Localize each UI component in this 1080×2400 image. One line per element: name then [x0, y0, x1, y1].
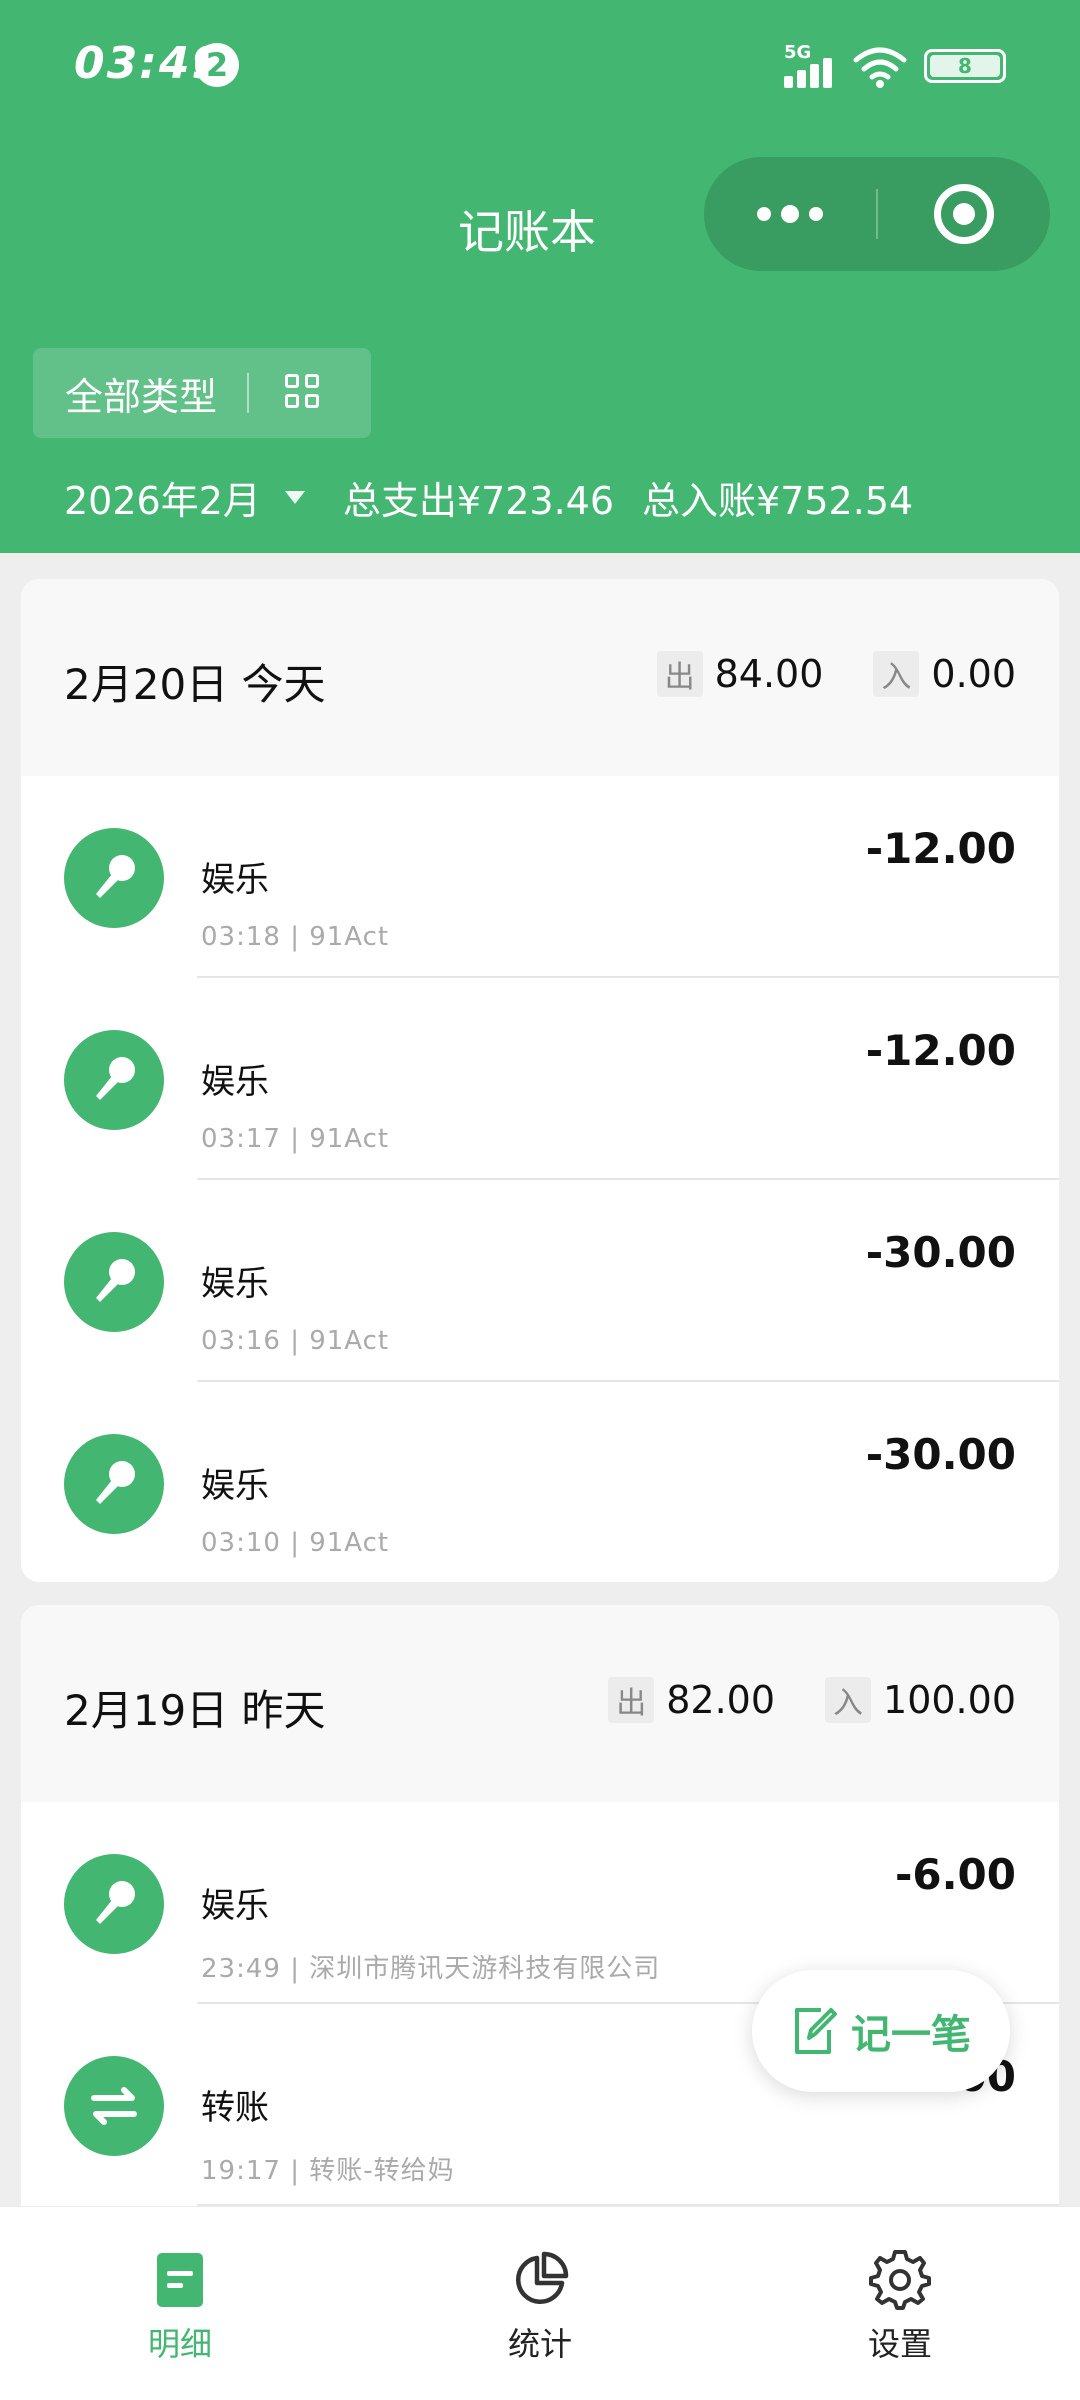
entry-amount: -12.00 [865, 824, 1016, 873]
battery-icon: 8 [924, 49, 1006, 83]
tab-statistics[interactable]: 统计 [440, 2245, 640, 2365]
tab-label: 统计 [507, 2325, 572, 2363]
month-summary-row: 2026年2月 总支出¥723.46 总入账¥752.54 [64, 470, 913, 525]
microphone-icon [64, 1434, 164, 1534]
entry-amount: -30.00 [865, 1228, 1016, 1277]
list-item[interactable]: 娱乐 03:16 | 91Act -30.00 [21, 1180, 1059, 1382]
type-filter-label: 全部类型 [65, 374, 218, 419]
more-dots-icon [757, 207, 771, 221]
bottom-tab-bar: 明细 统计 设置 [0, 2206, 1080, 2400]
cell-signal-icon: 5G [784, 40, 836, 92]
total-expense: 总支出¥723.46 [342, 479, 615, 523]
in-tag: 入 [825, 1677, 872, 1723]
day-sums: 出 82.00 入 100.00 [608, 1677, 1016, 1723]
notification-badge: 2 [195, 43, 239, 87]
day-header: 2月20日 今天 出 84.00 入 0.00 [21, 579, 1059, 776]
transfer-arrows-icon [64, 2056, 164, 2156]
total-income: 总入账¥752.54 [642, 479, 914, 523]
list-item[interactable]: 娱乐 03:17 | 91Act -12.00 [21, 978, 1059, 1180]
wifi-icon [853, 47, 907, 88]
list-item[interactable]: 娱乐 03:10 | 91Act -30.00 [21, 1382, 1059, 1582]
day-in-total: 100.00 [883, 1678, 1016, 1722]
entry-amount: -12.00 [865, 1026, 1016, 1075]
day-in-total: 0.00 [931, 652, 1016, 696]
entry-category: 娱乐 [201, 1466, 269, 1506]
tab-detail[interactable]: 明细 [80, 2245, 280, 2365]
app-header: 03:49 2 5G 8 记账本 全部类型 2026年2月 总支出¥723.46… [0, 0, 1080, 553]
entry-category: 转账 [201, 2088, 269, 2128]
more-options-button[interactable] [704, 157, 876, 271]
tab-settings[interactable]: 设置 [800, 2245, 1000, 2365]
status-bar: 03:49 2 5G 8 [0, 0, 1080, 130]
microphone-icon [64, 1030, 164, 1130]
list-item[interactable]: 娱乐 03:18 | 91Act -12.00 [21, 776, 1059, 978]
entry-meta: 03:17 | 91Act [201, 1124, 390, 1154]
out-tag: 出 [656, 651, 703, 697]
entry-meta: 03:16 | 91Act [201, 1326, 390, 1356]
gear-icon [869, 2250, 931, 2310]
grid-icon [285, 374, 323, 412]
type-filter-button[interactable]: 全部类型 [33, 348, 371, 438]
month-selector[interactable]: 2026年2月 [64, 470, 261, 525]
document-icon [157, 2253, 203, 2307]
pie-chart-icon [515, 2251, 569, 2305]
tab-label: 设置 [867, 2325, 932, 2363]
entry-meta: 03:18 | 91Act [201, 922, 390, 952]
status-icons: 5G 8 [784, 36, 1006, 96]
entry-category: 娱乐 [201, 860, 269, 900]
add-record-button[interactable]: 记一笔 [752, 1970, 1010, 2092]
in-tag: 入 [873, 651, 920, 697]
day-card: 2月19日 昨天 出 82.00 入 100.00 娱乐 23:49 | 深圳市… [21, 1605, 1059, 2245]
add-record-label: 记一笔 [851, 2012, 971, 2058]
out-tag: 出 [608, 1677, 655, 1723]
battery-level: 8 [958, 54, 972, 78]
day-label: 2月20日 今天 [64, 660, 326, 709]
caret-down-icon[interactable] [284, 491, 305, 504]
network-type: 5G [784, 42, 812, 63]
microphone-icon [64, 1232, 164, 1332]
microphone-icon [64, 828, 164, 928]
tab-label: 明细 [147, 2325, 212, 2363]
entry-amount: -30.00 [865, 1430, 1016, 1479]
entry-category: 娱乐 [201, 1886, 269, 1926]
entry-category: 娱乐 [201, 1264, 269, 1304]
entry-meta: 23:49 | 深圳市腾讯天游科技有限公司 [201, 1954, 661, 1984]
entry-amount: -6.00 [894, 1850, 1016, 1899]
miniapp-capsule [704, 157, 1050, 271]
microphone-icon [64, 1854, 164, 1954]
day-out-total: 84.00 [714, 652, 824, 696]
entry-meta: 19:17 | 转账-转给妈 [201, 2156, 455, 2186]
entry-meta: 03:10 | 91Act [201, 1528, 390, 1558]
day-header: 2月19日 昨天 出 82.00 入 100.00 [21, 1605, 1059, 1802]
day-sums: 出 84.00 入 0.00 [656, 651, 1016, 697]
day-label: 2月19日 昨天 [64, 1686, 326, 1735]
edit-note-icon [795, 2008, 837, 2054]
day-out-total: 82.00 [666, 1678, 776, 1722]
entry-category: 娱乐 [201, 1062, 269, 1102]
close-miniapp-button[interactable] [934, 184, 994, 244]
day-card: 2月20日 今天 出 84.00 入 0.00 娱乐 03:18 | 91Act… [21, 579, 1059, 1582]
